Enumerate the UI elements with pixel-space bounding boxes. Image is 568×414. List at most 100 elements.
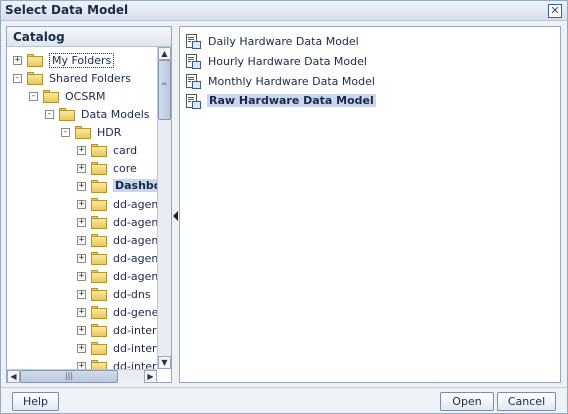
expand-icon[interactable]: +: [77, 146, 86, 155]
expand-icon[interactable]: +: [77, 236, 86, 245]
data-model-icon: [186, 34, 201, 49]
tree-item[interactable]: + dd-dns: [7, 286, 157, 304]
tree-item-label: HDR: [97, 126, 122, 139]
expand-icon[interactable]: +: [77, 182, 86, 191]
expand-icon[interactable]: +: [77, 290, 86, 299]
tree-item-label: core: [113, 162, 137, 175]
tree-item-label: Dashboa: [113, 179, 157, 192]
tree-item[interactable]: + card: [7, 142, 157, 160]
collapse-icon[interactable]: -: [29, 92, 38, 101]
collapse-arrow-icon[interactable]: [173, 211, 178, 221]
tree-item[interactable]: - OCSRM: [7, 88, 157, 106]
catalog-header: Catalog: [7, 27, 171, 47]
folder-icon: [91, 324, 107, 337]
tree-horizontal-scrollbar[interactable]: ◀ ||| ▶: [7, 369, 157, 383]
tree-item[interactable]: + dd-agent: [7, 196, 157, 214]
tree-item-label: Shared Folders: [49, 72, 131, 85]
folder-icon: [91, 360, 107, 369]
folder-icon: [27, 54, 43, 67]
panel-splitter[interactable]: [172, 26, 178, 383]
tree-item-label: dd-dns: [113, 288, 151, 301]
expand-icon[interactable]: +: [77, 164, 86, 173]
expand-icon[interactable]: +: [77, 200, 86, 209]
expand-icon[interactable]: +: [77, 272, 86, 281]
collapse-icon[interactable]: -: [61, 128, 70, 137]
data-model-label: Daily Hardware Data Model: [208, 35, 359, 48]
tree-item[interactable]: + dd-interfa: [7, 322, 157, 340]
tree-item[interactable]: + dd-gener: [7, 304, 157, 322]
expand-icon[interactable]: +: [77, 344, 86, 353]
tree-item-label: My Folders: [49, 53, 115, 68]
folder-icon: [91, 234, 107, 247]
dialog-title: Select Data Model: [5, 3, 129, 17]
scroll-right-icon[interactable]: ▶: [144, 370, 157, 383]
folder-icon: [91, 162, 107, 175]
data-model-icon: [186, 74, 201, 89]
vertical-scroll-thumb[interactable]: ═: [158, 60, 171, 120]
tree-item[interactable]: - Shared Folders: [7, 70, 157, 88]
close-icon[interactable]: ✕: [548, 4, 562, 18]
catalog-tree: + My Folders - Shared Folders - OCSRM - Data Mo…: [7, 47, 157, 369]
tree-item[interactable]: + dd-interfa: [7, 340, 157, 358]
folder-icon: [91, 270, 107, 283]
tree-item-label: dd-agent: [113, 252, 157, 265]
tree-item[interactable]: - Data Models: [7, 106, 157, 124]
cancel-button[interactable]: Cancel: [497, 392, 556, 411]
expand-icon[interactable]: +: [77, 254, 86, 263]
expand-icon[interactable]: +: [77, 308, 86, 317]
help-button[interactable]: Help: [12, 392, 59, 411]
tree-item-label: card: [113, 144, 138, 157]
grip-icon: ═: [162, 80, 167, 88]
tree-item-label: Data Models: [81, 108, 150, 121]
horizontal-scroll-thumb[interactable]: |||: [20, 370, 118, 383]
tree-item[interactable]: + dd-agent: [7, 250, 157, 268]
folder-icon: [91, 144, 107, 157]
folder-icon: [91, 216, 107, 229]
tree-item-label: dd-interfa: [113, 360, 157, 369]
folder-icon: [91, 288, 107, 301]
data-model-list: Daily Hardware Data Model Hourly Hardware…: [179, 26, 561, 383]
expand-icon[interactable]: +: [77, 326, 86, 335]
tree-item[interactable]: + dd-agent: [7, 214, 157, 232]
tree-item[interactable]: + dd-agent: [7, 232, 157, 250]
tree-item-label: dd-agent: [113, 270, 157, 283]
tree-item-label: dd-agent: [113, 216, 157, 229]
scroll-up-icon[interactable]: ▲: [158, 47, 171, 60]
catalog-panel: Catalog + My Folders - Shared Folders - OCSRM…: [6, 26, 172, 383]
tree-item-label: dd-gener: [113, 306, 157, 319]
folder-icon: [91, 306, 107, 319]
data-model-label: Monthly Hardware Data Model: [208, 75, 375, 88]
open-folder-icon: [59, 108, 75, 121]
tree-item[interactable]: + dd-agent: [7, 268, 157, 286]
select-data-model-dialog: Select Data Model ✕ Catalog + My Folders -…: [0, 0, 568, 414]
dialog-titlebar[interactable]: Select Data Model ✕: [1, 1, 567, 21]
dialog-body: Catalog + My Folders - Shared Folders - OCSRM…: [1, 21, 567, 387]
data-model-icon: [186, 54, 201, 69]
data-model-label: Raw Hardware Data Model: [207, 94, 376, 107]
open-folder-icon: [43, 90, 59, 103]
folder-icon: [91, 342, 107, 355]
tree-item[interactable]: + core: [7, 160, 157, 178]
expand-icon[interactable]: +: [77, 218, 86, 227]
tree-item[interactable]: + dd-interfa: [7, 358, 157, 369]
folder-icon: [91, 198, 107, 211]
scroll-down-icon[interactable]: ▼: [158, 356, 171, 369]
dialog-footer: Help Open Cancel: [1, 387, 567, 413]
tree-item-label: dd-interfa: [113, 342, 157, 355]
open-folder-icon: [27, 72, 43, 85]
open-folder-icon: [75, 126, 91, 139]
folder-icon: [91, 180, 107, 193]
tree-item[interactable]: + Dashboa: [7, 178, 157, 196]
tree-item[interactable]: + My Folders: [7, 52, 157, 70]
tree-item-label: dd-agent: [113, 234, 157, 247]
tree-item[interactable]: - HDR: [7, 124, 157, 142]
scroll-left-icon[interactable]: ◀: [7, 370, 20, 383]
expand-icon[interactable]: +: [77, 362, 86, 369]
data-model-label: Hourly Hardware Data Model: [208, 55, 367, 68]
expand-icon[interactable]: +: [13, 56, 22, 65]
tree-vertical-scrollbar[interactable]: ▲ ═ ▼: [157, 47, 171, 369]
open-button[interactable]: Open: [440, 392, 494, 411]
data-model-icon: [186, 94, 201, 109]
collapse-icon[interactable]: -: [13, 74, 22, 83]
collapse-icon[interactable]: -: [45, 110, 54, 119]
